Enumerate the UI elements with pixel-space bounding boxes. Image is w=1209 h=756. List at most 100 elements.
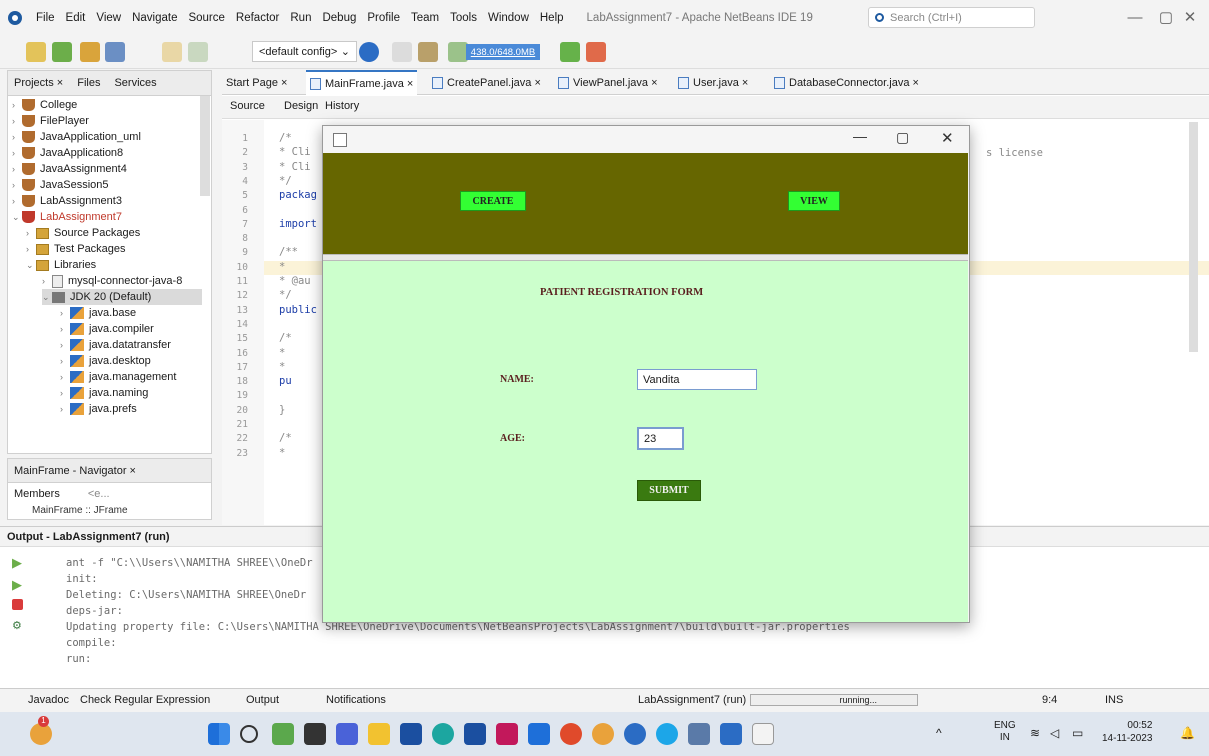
- name-field[interactable]: Vandita: [637, 369, 757, 390]
- tab-user[interactable]: User.java ×: [674, 70, 752, 95]
- notification-bell-icon[interactable]: 🔔: [1180, 726, 1195, 740]
- tab-viewpanel[interactable]: ViewPanel.java ×: [554, 70, 662, 95]
- undo-icon[interactable]: [162, 42, 182, 62]
- app-window-titlebar[interactable]: — ▢ ✕: [323, 126, 969, 154]
- age-field[interactable]: 23: [637, 427, 684, 450]
- netbeans-icon[interactable]: [720, 723, 742, 745]
- chat-icon[interactable]: [336, 723, 358, 745]
- tree-item[interactable]: › JavaSession5: [12, 177, 109, 193]
- search-icon[interactable]: [240, 725, 258, 743]
- app-icon[interactable]: [688, 723, 710, 745]
- app-maximize-button[interactable]: ▢: [896, 129, 909, 146]
- task-view-icon[interactable]: [304, 723, 326, 745]
- save-all-icon[interactable]: [105, 42, 125, 62]
- wifi-icon[interactable]: ≋: [1030, 726, 1040, 740]
- run-label[interactable]: LabAssignment7 (run): [638, 694, 746, 706]
- tab-projects[interactable]: Projects ×: [14, 77, 63, 89]
- tree-item[interactable]: › Source Packages: [26, 225, 140, 241]
- tree-item[interactable]: › java.datatransfer: [60, 337, 171, 353]
- new-project-icon[interactable]: [52, 42, 72, 62]
- tree-item-selected[interactable]: ⌄ JDK 20 (Default): [42, 289, 202, 305]
- new-file-icon[interactable]: [26, 42, 46, 62]
- rerun-icon[interactable]: ▶: [12, 555, 22, 571]
- config-dropdown[interactable]: <default config> ⌄: [252, 41, 357, 62]
- tree-item[interactable]: ⌄ Libraries: [26, 257, 96, 273]
- menu-profile[interactable]: Profile: [367, 12, 400, 24]
- close-button[interactable]: ✕: [1170, 5, 1209, 29]
- submit-button[interactable]: SUBMIT: [637, 480, 701, 501]
- create-button[interactable]: CREATE: [460, 191, 526, 211]
- tree-item[interactable]: › JavaAssignment4: [12, 161, 127, 177]
- tree-item[interactable]: › java.desktop: [60, 353, 151, 369]
- menu-debug[interactable]: Debug: [322, 12, 356, 24]
- menu-view[interactable]: View: [96, 12, 121, 24]
- search-input[interactable]: Search (Ctrl+I): [868, 7, 1035, 28]
- tab-mainframe[interactable]: MainFrame.java ×: [306, 70, 418, 95]
- tree-item[interactable]: › FilePlayer: [12, 113, 89, 129]
- app-icon[interactable]: [592, 723, 614, 745]
- status-tab-notifications[interactable]: Notifications: [326, 694, 386, 706]
- redo-icon[interactable]: [188, 42, 208, 62]
- start-icon[interactable]: [208, 723, 230, 745]
- app-minimize-button[interactable]: —: [853, 128, 867, 144]
- tree-item[interactable]: › LabAssignment3: [12, 193, 122, 209]
- tree-item[interactable]: › java.base: [60, 305, 136, 321]
- chrome-icon[interactable]: [560, 723, 582, 745]
- mcafee-icon[interactable]: [496, 723, 518, 745]
- profile-icon[interactable]: [560, 42, 580, 62]
- navigator-title[interactable]: MainFrame - Navigator ×: [14, 465, 136, 477]
- tree-item[interactable]: › java.prefs: [60, 401, 137, 417]
- navigator-filter-dropdown[interactable]: <e...: [88, 488, 110, 500]
- tree-item[interactable]: › java.management: [60, 369, 176, 385]
- menu-refactor[interactable]: Refactor: [236, 12, 279, 24]
- output-title[interactable]: Output - LabAssignment7 (run): [7, 531, 170, 543]
- menu-run[interactable]: Run: [290, 12, 311, 24]
- stop-icon[interactable]: [12, 599, 23, 610]
- subtab-design[interactable]: Design: [284, 100, 318, 112]
- status-tab-output[interactable]: Output: [246, 694, 279, 706]
- menu-navigate[interactable]: Navigate: [132, 12, 177, 24]
- browser-icon[interactable]: [656, 723, 678, 745]
- linkedin-icon[interactable]: [464, 723, 486, 745]
- edge-icon[interactable]: [432, 723, 454, 745]
- tree-item[interactable]: › JavaApplication_uml: [12, 129, 141, 145]
- app-icon[interactable]: [528, 723, 550, 745]
- subtab-source[interactable]: Source: [230, 100, 265, 112]
- view-button[interactable]: VIEW: [788, 191, 840, 211]
- menu-edit[interactable]: Edit: [66, 12, 86, 24]
- tree-item[interactable]: › Test Packages: [26, 241, 126, 257]
- projects-scrollbar[interactable]: [200, 96, 210, 196]
- subtab-history[interactable]: History: [325, 100, 359, 112]
- tray-chevron-icon[interactable]: ^: [936, 726, 942, 740]
- navigator-root[interactable]: MainFrame :: JFrame: [8, 505, 211, 519]
- profile-app-icon[interactable]: [586, 42, 606, 62]
- tab-createpanel[interactable]: CreatePanel.java ×: [428, 70, 545, 95]
- vscode-icon[interactable]: [624, 723, 646, 745]
- menu-help[interactable]: Help: [540, 12, 564, 24]
- tab-services[interactable]: Services: [114, 77, 156, 89]
- run-icon[interactable]: [448, 42, 468, 62]
- file-explorer-icon[interactable]: [368, 723, 390, 745]
- tree-item-active-project[interactable]: ⌄ LabAssignment7: [12, 209, 122, 225]
- tree-item[interactable]: › JavaApplication8: [12, 145, 123, 161]
- memory-indicator[interactable]: 438.0/648.0MB: [466, 44, 540, 60]
- status-tab-regex[interactable]: Check Regular Expression: [80, 694, 210, 706]
- language-indicator[interactable]: ENG IN: [994, 720, 1016, 744]
- globe-icon[interactable]: [359, 42, 379, 62]
- app-close-button[interactable]: ✕: [941, 129, 954, 147]
- menu-window[interactable]: Window: [488, 12, 529, 24]
- build-icon[interactable]: [418, 42, 438, 62]
- app-icon[interactable]: [272, 723, 294, 745]
- menu-team[interactable]: Team: [411, 12, 439, 24]
- tree-item[interactable]: › College: [12, 97, 77, 113]
- rerun-with-params-icon[interactable]: ▶: [12, 577, 22, 593]
- menu-source[interactable]: Source: [188, 12, 224, 24]
- java-app-icon[interactable]: [752, 723, 774, 745]
- clean-build-icon[interactable]: [392, 42, 412, 62]
- battery-icon[interactable]: ▭: [1072, 726, 1083, 740]
- menu-file[interactable]: File: [36, 12, 55, 24]
- settings-icon[interactable]: ⚙: [12, 619, 22, 632]
- tab-start-page[interactable]: Start Page ×: [222, 70, 291, 95]
- tree-item[interactable]: › mysql-connector-java-8: [42, 273, 182, 289]
- status-tab-javadoc[interactable]: Javadoc: [28, 694, 69, 706]
